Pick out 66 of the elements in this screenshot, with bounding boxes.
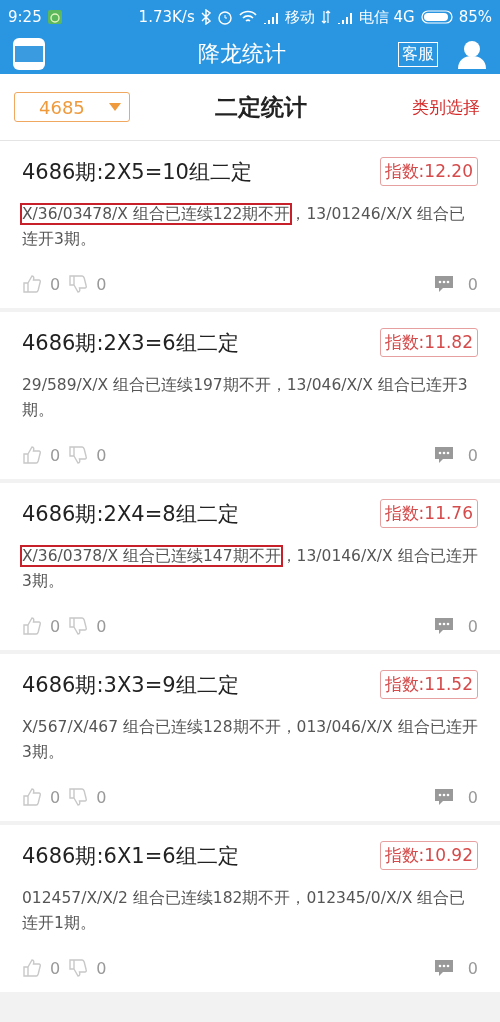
- dislike-count: 0: [96, 958, 107, 978]
- card-title: 4686期:6X1=6组二定: [22, 842, 239, 870]
- dislike-count: 0: [96, 274, 107, 294]
- signal-icon: [336, 10, 353, 24]
- dislike-count: 0: [96, 787, 107, 807]
- comment-count: 0: [467, 958, 478, 978]
- like-count: 0: [50, 616, 61, 636]
- comment-count: 0: [467, 445, 478, 465]
- clock-time: 9:25: [8, 8, 42, 26]
- thumbs-down-icon[interactable]: [68, 787, 89, 807]
- comment-icon[interactable]: [433, 787, 454, 807]
- card-description: X/36/03478/X 组合已连续122期不开，13/01246/X/X 组合已连开3期。: [22, 204, 467, 250]
- thumbs-up-icon[interactable]: [22, 958, 42, 978]
- carrier-name: 电信 4G: [358, 7, 415, 27]
- comment-count: 0: [467, 616, 478, 636]
- comment-count: 0: [467, 274, 478, 294]
- bluetooth-icon: [200, 9, 211, 25]
- alarm-icon: [216, 9, 233, 25]
- caret-icon: [109, 103, 121, 111]
- dislike-count: 0: [96, 445, 107, 465]
- thumbs-down-icon[interactable]: [68, 274, 89, 294]
- card-description: 012457/X/X/2 组合已连续182期不开，012345/0/X/X 组合已连开1期。: [22, 888, 467, 934]
- thumbs-up-icon[interactable]: [22, 445, 42, 465]
- customer-service-button[interactable]: 客服: [398, 41, 438, 67]
- card-description: X/36/0378/X 组合已连续147期不开，13/0146/X/X 组合已连开3期。: [22, 546, 478, 592]
- app-notification-icon: [47, 10, 62, 24]
- thumbs-up-icon[interactable]: [22, 787, 42, 807]
- card-title: 4686期:2X5=10组二定: [22, 158, 252, 186]
- thumbs-down-icon[interactable]: [68, 958, 89, 978]
- period-dropdown[interactable]: 4685: [14, 92, 130, 122]
- like-count: 0: [50, 787, 61, 807]
- index-badge: 指数:12.20: [379, 157, 478, 186]
- user-avatar-icon[interactable]: [456, 38, 488, 70]
- thumbs-up-icon[interactable]: [22, 616, 42, 636]
- carrier-name: 移动: [284, 7, 315, 27]
- comment-icon[interactable]: [433, 274, 454, 294]
- index-badge: 指数:10.92: [379, 841, 478, 870]
- thumbs-down-icon[interactable]: [68, 616, 89, 636]
- battery-icon: [420, 10, 453, 24]
- data-transfer-icon: [320, 10, 331, 24]
- comment-icon[interactable]: [433, 445, 454, 465]
- dislike-count: 0: [96, 616, 107, 636]
- index-badge: 指数:11.82: [379, 328, 478, 357]
- thumbs-up-icon[interactable]: [22, 274, 42, 294]
- like-count: 0: [50, 274, 61, 294]
- like-count: 0: [50, 958, 61, 978]
- signal-icon: [262, 10, 279, 24]
- card-description: X/567/X/467 组合已连续128期不开，013/046/X/X 组合已连开3期。: [22, 717, 478, 763]
- app-logo-icon[interactable]: [12, 37, 46, 71]
- page-title: 二定统计: [214, 92, 308, 122]
- category-select-link[interactable]: 类别选择: [412, 95, 480, 119]
- network-speed: 1.73K/s: [138, 8, 195, 26]
- like-count: 0: [50, 445, 61, 465]
- comment-icon[interactable]: [433, 958, 454, 978]
- index-badge: 指数:11.76: [379, 499, 478, 528]
- card-description: 29/589/X/X 组合已连续197期不开，13/046/X/X 组合已连开3期。: [22, 375, 469, 421]
- comment-icon[interactable]: [433, 616, 454, 636]
- header-title: 降龙统计: [197, 40, 287, 68]
- card-title: 4686期:2X4=8组二定: [22, 500, 239, 528]
- thumbs-down-icon[interactable]: [68, 445, 89, 465]
- index-badge: 指数:11.52: [379, 670, 478, 699]
- comment-count: 0: [467, 787, 478, 807]
- card-title: 4686期:3X3=9组二定: [22, 671, 239, 699]
- card-title: 4686期:2X3=6组二定: [22, 329, 239, 357]
- wifi-icon: [238, 10, 257, 24]
- battery-level: 85%: [458, 8, 492, 26]
